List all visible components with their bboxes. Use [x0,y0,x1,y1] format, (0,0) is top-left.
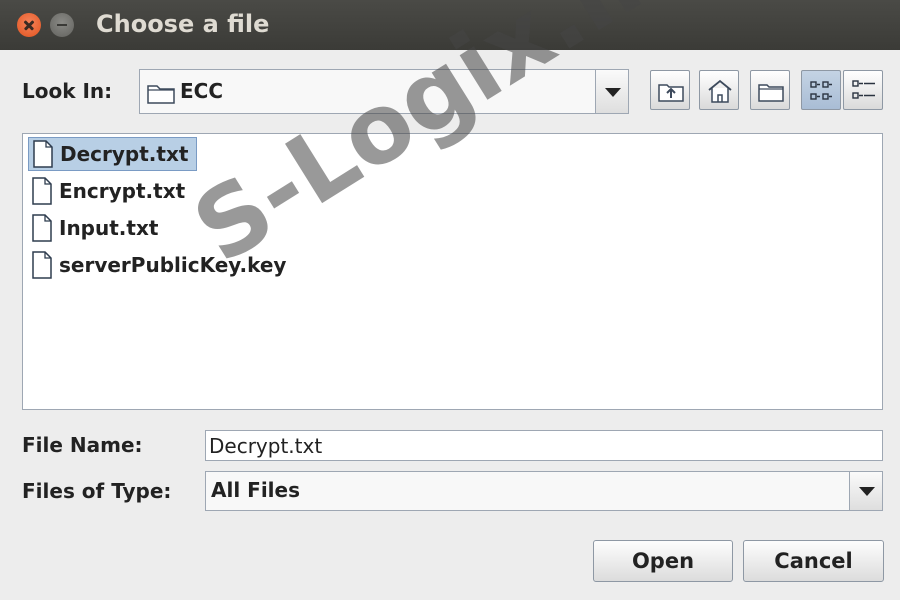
list-view-button[interactable] [801,70,841,110]
file-item-encrypt[interactable]: Encrypt.txt [28,174,193,208]
details-view-icon [852,80,875,99]
close-window-button[interactable] [17,13,41,37]
file-item-input[interactable]: Input.txt [28,211,166,245]
files-of-type-value: All Files [211,478,300,502]
file-name-input[interactable] [205,430,883,461]
files-of-type-combo[interactable]: All Files [205,471,883,511]
new-folder-icon [758,84,784,102]
file-name-label: Decrypt.txt [60,142,189,166]
files-of-type-dropdown-button[interactable] [849,472,882,510]
details-view-button[interactable] [843,70,883,110]
look-in-dropdown-button[interactable] [595,70,628,113]
file-icon [32,251,52,279]
look-in-value: ECC [180,79,224,103]
new-folder-button[interactable] [750,70,790,110]
window-title: Choose a file [96,10,270,38]
title-bar: Choose a file [0,0,900,50]
cancel-button[interactable]: Cancel [743,540,884,582]
folder-icon [147,85,175,104]
file-icon [32,177,52,205]
up-one-level-icon [658,84,684,102]
look-in-label: Look In: [22,79,113,103]
file-icon [32,214,52,242]
file-name-label: serverPublicKey.key [59,253,287,277]
list-view-icon [810,81,832,100]
file-item-decrypt[interactable]: Decrypt.txt [28,137,198,171]
file-icon [33,140,53,168]
open-button[interactable]: Open [593,540,733,582]
file-item-server-public-key[interactable]: serverPublicKey.key [28,248,294,282]
file-name-label: Encrypt.txt [59,179,186,203]
file-name-label: File Name: [22,433,143,457]
home-button[interactable] [699,70,739,110]
file-list[interactable]: Decrypt.txt Encrypt.txt Input.txt server… [22,133,883,410]
files-of-type-label: Files of Type: [22,479,172,503]
look-in-combo[interactable]: ECC [139,69,629,114]
up-one-level-button[interactable] [650,70,690,110]
home-icon [708,79,732,103]
minimize-window-button[interactable] [50,13,74,37]
file-name-label: Input.txt [59,216,159,240]
